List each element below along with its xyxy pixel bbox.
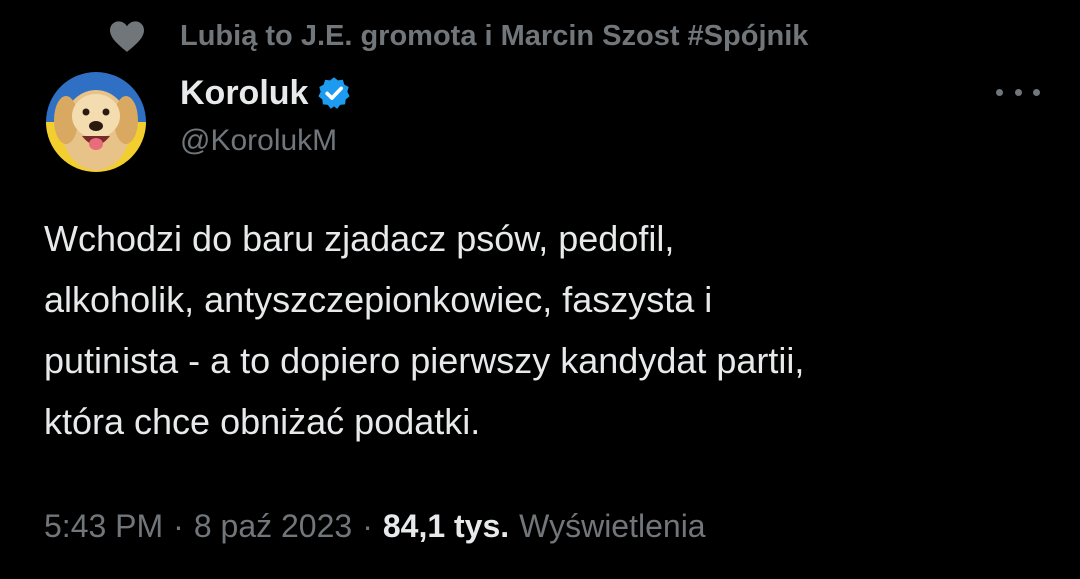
tweet-text: Wchodzi do baru zjadacz psów, pedofil, a… [44, 208, 1044, 452]
tweet-meta: 5:43 PM · 8 paź 2023 · 84,1 tys. Wyświet… [44, 500, 706, 552]
views-label[interactable]: Wyświetlenia [519, 508, 705, 545]
tweet-date[interactable]: 8 paź 2023 [194, 508, 352, 545]
verified-badge-icon [316, 75, 352, 111]
tweet-text-line: alkoholik, antyszczepionkowiec, faszysta… [44, 279, 713, 320]
tweet-text-line: Wchodzi do baru zjadacz psów, pedofil, [44, 218, 675, 259]
more-options-icon [1014, 88, 1022, 96]
tweet-time[interactable]: 5:43 PM [44, 508, 163, 545]
tweet-text-line: która chce obniżać podatki. [44, 401, 481, 442]
meta-separator: · [362, 507, 373, 544]
meta-separator: · [173, 507, 184, 544]
social-context-text: Lubią to J.E. gromota i Marcin Szost #Sp… [180, 19, 809, 52]
heart-icon [108, 19, 146, 53]
views-count[interactable]: 84,1 tys. [383, 508, 509, 545]
more-options-button[interactable] [996, 80, 1040, 104]
tweet-text-line: putinista - a to dopiero pierwszy kandyd… [44, 340, 805, 381]
author-handle[interactable]: @KorolukM [180, 124, 337, 158]
display-name[interactable]: Koroluk [180, 74, 308, 113]
avatar[interactable] [46, 72, 146, 172]
author-name-row[interactable]: Koroluk [180, 70, 352, 116]
more-options-icon [996, 88, 1003, 96]
more-options-icon [1033, 88, 1040, 96]
social-context[interactable]: Lubią to J.E. gromota i Marcin Szost #Sp… [108, 16, 808, 56]
